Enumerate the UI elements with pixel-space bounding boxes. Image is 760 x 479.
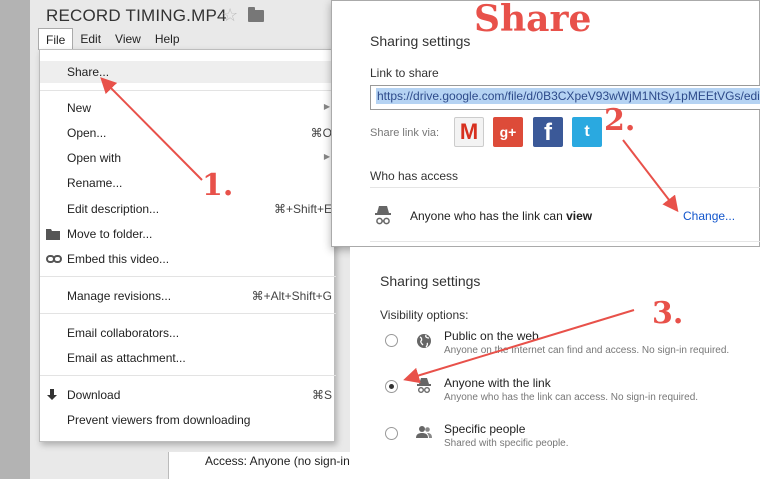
menu-divider	[40, 90, 336, 91]
people-icon	[416, 425, 432, 441]
option-title: Public on the web	[444, 329, 539, 343]
twitter-icon[interactable]: t	[572, 117, 602, 147]
menu-item-email-collaborators[interactable]: Email collaborators...	[40, 322, 336, 344]
facebook-icon[interactable]: f	[533, 117, 563, 147]
menu-item-label: Open...	[67, 126, 107, 140]
menu-item-label: Email collaborators...	[67, 326, 180, 340]
document-title[interactable]: RECORD TIMING.MP4	[46, 6, 227, 26]
google-plus-icon[interactable]: g+	[493, 117, 523, 147]
menu-item-new[interactable]: New ▶	[40, 97, 336, 119]
menu-item-email-attachment[interactable]: Email as attachment...	[40, 347, 336, 369]
menu-file[interactable]: File	[38, 28, 74, 50]
submenu-arrow-icon: ▶	[323, 152, 330, 161]
download-icon	[46, 389, 58, 404]
access-text: Anyone who has the link can	[410, 209, 563, 223]
who-has-access-label: Who has access	[370, 169, 459, 183]
divider	[370, 187, 760, 188]
menu-item-label: Download	[67, 388, 121, 402]
submenu-arrow-icon: ▶	[323, 102, 330, 111]
globe-icon	[416, 333, 432, 349]
menu-item-shortcut: ⌘O	[310, 126, 332, 140]
annotation-step-1: 1.	[202, 168, 234, 203]
link-to-share-label: Link to share	[370, 66, 439, 80]
background-left-strip	[0, 0, 30, 479]
divider	[370, 241, 760, 242]
menu-item-shortcut: ⌘S	[311, 388, 332, 402]
share-via-label: Share link via:	[370, 127, 440, 139]
menu-item-embed-video[interactable]: Embed this video...	[40, 248, 336, 270]
incognito-icon	[374, 204, 392, 226]
option-title: Anyone with the link	[444, 376, 551, 390]
menu-item-move-to-folder[interactable]: Move to folder...	[40, 223, 336, 245]
menu-item-rename[interactable]: Rename...	[40, 172, 336, 194]
visibility-options-label: Visibility options:	[380, 308, 469, 322]
share-link-field[interactable]: https://drive.google.com/file/d/0B3CXpeV…	[370, 85, 760, 110]
menu-help[interactable]: Help	[148, 28, 187, 50]
menu-divider	[40, 276, 336, 277]
menubar: File Edit View Help	[38, 28, 187, 50]
menu-item-open-with[interactable]: Open with ▶	[40, 147, 336, 169]
annotation-step-2: 2.	[604, 103, 636, 138]
access-level: view	[566, 209, 593, 223]
menu-item-share[interactable]: Share...	[40, 61, 336, 83]
radio-public-on-web[interactable]	[385, 334, 398, 347]
access-description: Anyone who has the link can view	[410, 209, 592, 223]
menu-item-label: Manage revisions...	[67, 289, 172, 303]
visibility-panel: Sharing settings Visibility options: Pub…	[350, 247, 760, 479]
menu-item-label: Prevent viewers from downloading	[67, 413, 251, 427]
menu-item-prevent-download[interactable]: Prevent viewers from downloading	[40, 409, 336, 431]
menu-item-shortcut: ⌘+Shift+E	[273, 202, 332, 216]
menu-item-label: Open with	[67, 151, 122, 165]
menu-item-manage-revisions[interactable]: Manage revisions... ⌘+Alt+Shift+G	[40, 285, 336, 307]
menu-item-label: Share...	[67, 65, 110, 79]
option-title: Specific people	[444, 422, 526, 436]
menu-item-label: Move to folder...	[67, 227, 153, 241]
menu-item-edit-description[interactable]: Edit description... ⌘+Shift+E	[40, 198, 336, 220]
menu-view[interactable]: View	[108, 28, 148, 50]
menu-divider	[40, 313, 336, 314]
radio-specific-people[interactable]	[385, 427, 398, 440]
incognito-icon	[416, 377, 432, 393]
gmail-icon[interactable]: M	[454, 117, 484, 147]
menu-item-label: Rename...	[67, 176, 123, 190]
menu-item-open[interactable]: Open... ⌘O	[40, 122, 336, 144]
option-description: Anyone on the Internet can find and acce…	[444, 345, 730, 356]
option-description: Anyone who has the link can access. No s…	[444, 392, 699, 403]
annotation-step-3: 3.	[652, 296, 684, 331]
star-icon[interactable]: ☆	[222, 5, 238, 26]
menu-edit[interactable]: Edit	[73, 28, 108, 50]
option-description: Shared with specific people.	[444, 438, 569, 449]
share-link-url: https://drive.google.com/file/d/0B3CXpeV…	[376, 88, 760, 104]
change-access-link[interactable]: Change...	[683, 209, 735, 223]
menu-divider	[40, 375, 336, 376]
folder-icon[interactable]	[248, 7, 264, 22]
menu-item-label: Embed this video...	[67, 252, 170, 266]
menu-item-shortcut: ⌘+Alt+Shift+G	[251, 289, 332, 303]
file-menu: Share... New ▶ Open... ⌘O Open with ▶ Renam…	[39, 49, 336, 442]
menu-item-label: New	[67, 101, 92, 115]
panel-title: Sharing settings	[380, 273, 481, 289]
folder-icon	[46, 228, 60, 243]
dialog-title: Sharing settings	[370, 33, 471, 49]
annotation-share-heading: Share	[474, 0, 592, 40]
menu-item-download[interactable]: Download ⌘S	[40, 384, 336, 406]
bottom-access-text: Access: Anyone (no sign-in	[168, 452, 368, 479]
menu-item-label: Email as attachment...	[67, 351, 186, 365]
menu-item-label: Edit description...	[67, 202, 160, 216]
radio-anyone-with-link[interactable]	[385, 380, 398, 393]
link-icon	[46, 253, 62, 267]
